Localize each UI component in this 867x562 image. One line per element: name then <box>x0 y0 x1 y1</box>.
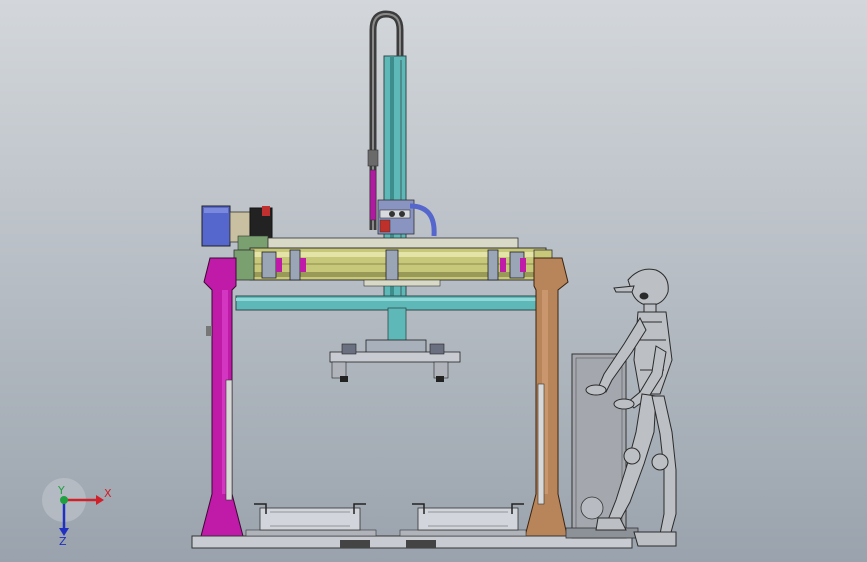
gantry-model-drawing: X Y Z <box>42 10 677 549</box>
cad-viewport[interactable]: X Y Z <box>0 0 867 562</box>
coordinate-triad: X Y Z <box>42 478 112 548</box>
x-axis-label: X <box>104 487 112 500</box>
y-axis-label: Y <box>57 484 65 497</box>
x-axis-motor <box>201 205 273 251</box>
workpiece-fixture-right <box>412 503 524 531</box>
workpiece-fixture-left <box>254 503 366 531</box>
cross-beam <box>235 295 537 311</box>
x-axis-arrowhead <box>96 495 104 505</box>
z-axis-label: Z <box>59 535 67 548</box>
horizontal-rail-assembly <box>233 237 553 287</box>
y-axis-dot <box>60 496 68 504</box>
gripper-head <box>329 307 461 382</box>
